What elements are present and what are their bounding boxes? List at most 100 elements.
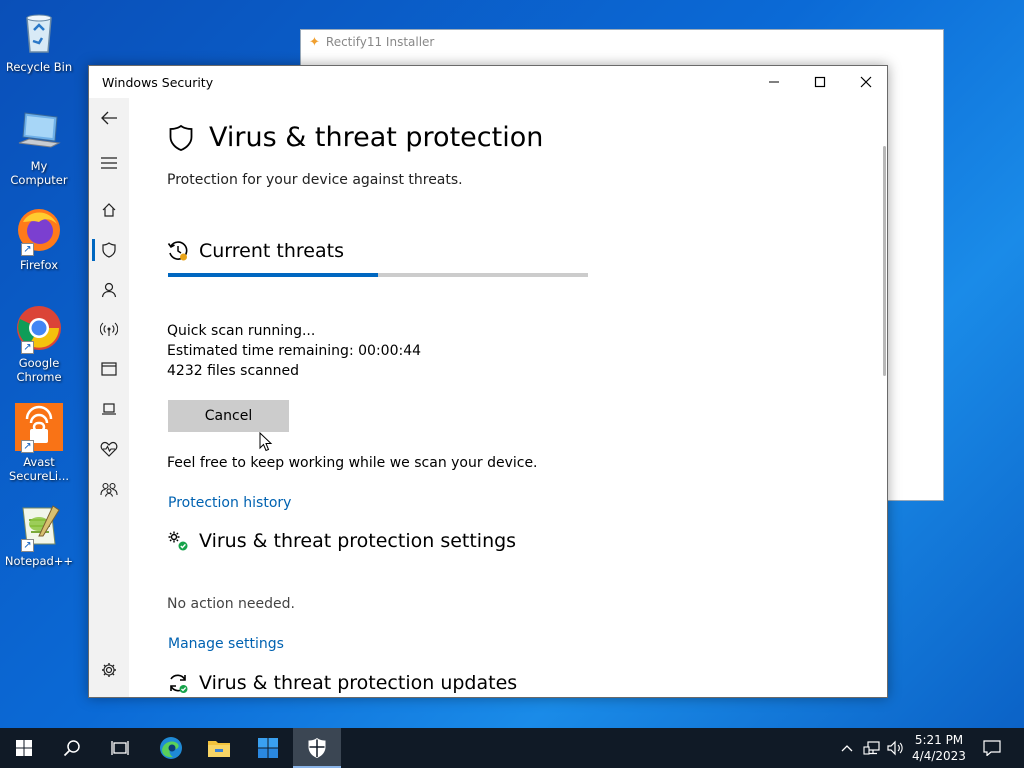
desktop-icon-label: Notepad++ (4, 554, 74, 568)
taskbar: 5:21 PM 4/4/2023 (0, 728, 1024, 768)
home-icon (102, 203, 116, 217)
minimize-button[interactable] (751, 66, 797, 98)
task-view-button[interactable] (96, 728, 144, 768)
protection-history-link[interactable]: Protection history (168, 495, 291, 511)
desktop-icon-label: My Computer (10, 159, 68, 187)
taskbar-clock[interactable]: 5:21 PM 4/4/2023 (905, 732, 973, 764)
notepad-plus-plus-icon: ↗ (15, 502, 63, 552)
desktop-icon-label: Avast SecureLi... (8, 455, 70, 483)
current-threats-heading: Current threats (167, 240, 344, 262)
desktop-icon-recycle-bin[interactable]: Recycle Bin (4, 8, 74, 74)
main-content: Virus & threat protection Protection for… (129, 98, 887, 697)
taskbar-windows-security[interactable] (293, 728, 341, 768)
files-scanned: 4232 files scanned (167, 363, 299, 379)
sidebar-item-account[interactable] (89, 275, 129, 305)
menu-button[interactable] (89, 148, 129, 178)
desktop-icon-firefox[interactable]: ↗ Firefox (4, 206, 74, 272)
search-icon (63, 740, 80, 757)
clock-date: 4/4/2023 (912, 749, 966, 763)
close-icon (860, 76, 872, 88)
shield-icon (102, 242, 116, 258)
sidebar-item-device-health[interactable] (89, 434, 129, 464)
sidebar-item-virus-protection[interactable] (89, 235, 129, 265)
scan-progress-fill (168, 273, 378, 277)
sidebar-item-device-security[interactable] (89, 394, 129, 424)
windows-security-shield-icon (308, 738, 326, 758)
sidebar-item-settings[interactable] (89, 655, 129, 685)
scan-status: Quick scan running... (167, 323, 316, 339)
search-button[interactable] (48, 728, 96, 768)
back-button[interactable] (89, 103, 129, 133)
maximize-button[interactable] (797, 66, 843, 98)
page-subtitle: Protection for your device against threa… (167, 172, 463, 188)
desktop-icon-avast[interactable]: ↗ Avast SecureLi... (4, 403, 74, 483)
network-icon (863, 741, 880, 755)
scan-progress-bar (168, 273, 588, 277)
history-clock-icon (167, 241, 188, 261)
star-icon: ✦ (309, 34, 320, 50)
chevron-up-icon (841, 745, 853, 752)
edge-icon (160, 737, 182, 759)
cancel-button[interactable]: Cancel (168, 400, 289, 432)
firefox-icon: ↗ (15, 206, 63, 256)
page-heading: Virus & threat protection (167, 122, 543, 153)
minimize-icon (769, 81, 779, 83)
taskbar-file-explorer[interactable] (195, 728, 243, 768)
back-icon (101, 111, 117, 125)
windows-security-window[interactable]: Windows Security Virus & threat protecti… (88, 65, 888, 698)
recycle-bin-icon (15, 8, 63, 56)
volume-button[interactable] (884, 728, 906, 768)
family-icon (100, 482, 118, 497)
desktop-icon-label: Firefox (19, 258, 59, 272)
volume-icon (887, 740, 903, 756)
time-remaining-label: Estimated time remaining: (167, 343, 354, 359)
current-threats-title: Current threats (199, 240, 344, 262)
scrollbar[interactable] (883, 146, 886, 376)
window-title: Windows Security (102, 74, 214, 90)
action-center-button[interactable] (978, 728, 1006, 768)
updates-heading: Virus & threat protection updates (167, 672, 517, 694)
maximize-icon (814, 76, 826, 88)
show-hidden-icons-button[interactable] (838, 728, 856, 768)
chrome-icon: ↗ (15, 304, 63, 354)
time-remaining: Estimated time remaining: 00:00:44 (167, 343, 421, 359)
laptop-icon (102, 403, 116, 415)
clock-time: 5:21 PM (914, 733, 964, 747)
taskbar-edge[interactable] (147, 728, 195, 768)
titlebar[interactable]: Windows Security (89, 66, 887, 98)
mouse-cursor-icon (259, 431, 273, 456)
desktop-icon-notepad-plus-plus[interactable]: ↗ Notepad++ (4, 502, 74, 568)
desktop-icon-chrome[interactable]: ↗ Google Chrome (4, 304, 74, 384)
sidebar-item-app-browser[interactable] (89, 354, 129, 384)
manage-settings-link[interactable]: Manage settings (168, 636, 284, 652)
settings-heading: Virus & threat protection settings (167, 530, 516, 552)
menu-icon (101, 157, 117, 169)
task-view-icon (111, 741, 129, 755)
close-button[interactable] (843, 66, 889, 98)
shield-icon (169, 124, 193, 151)
page-title: Virus & threat protection (209, 122, 544, 153)
sidebar-item-family[interactable] (89, 474, 129, 504)
folder-icon (208, 741, 230, 757)
installer-title: Rectify11 Installer (325, 35, 435, 49)
sidebar-item-firewall[interactable] (89, 314, 129, 344)
settings-icon (102, 663, 116, 677)
desktop-icon-my-computer[interactable]: My Computer (4, 107, 74, 187)
computer-icon (15, 107, 63, 155)
settings-status: No action needed. (167, 596, 295, 612)
start-button[interactable] (0, 728, 48, 768)
desktop-icon-label: Google Chrome (16, 356, 62, 384)
sidebar (89, 98, 129, 697)
settings-title: Virus & threat protection settings (199, 530, 517, 552)
wireless-icon (100, 322, 118, 336)
network-button[interactable] (861, 728, 883, 768)
app-browser-icon (101, 362, 117, 376)
time-remaining-value: 00:00:44 (358, 343, 422, 359)
desktop-icon-label: Recycle Bin (5, 60, 73, 74)
person-icon (101, 282, 117, 298)
settings-gears-icon (168, 531, 188, 551)
update-refresh-icon (170, 674, 188, 693)
installer-titlebar[interactable]: ✦ Rectify11 Installer (301, 30, 943, 54)
taskbar-rectify11-installer[interactable] (244, 728, 292, 768)
sidebar-item-home[interactable] (89, 195, 129, 225)
